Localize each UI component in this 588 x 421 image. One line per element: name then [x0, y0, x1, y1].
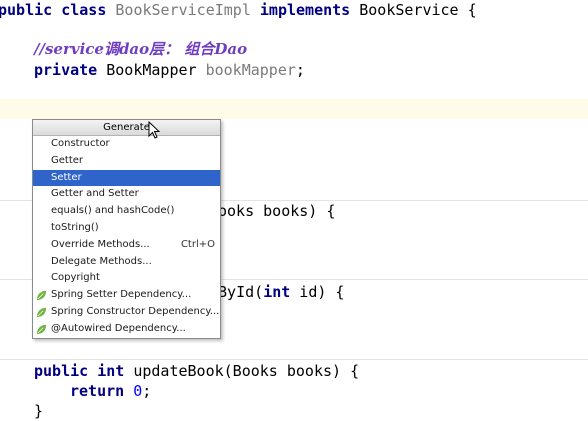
menu-item-label: equals() and hashCode() [51, 205, 175, 217]
comment-line: //service调dao层： 组合Dao [34, 40, 248, 58]
menu-item-label: Spring Setter Dependency... [51, 289, 192, 301]
menu-item-getter-and-setter[interactable]: Getter and Setter [33, 186, 220, 203]
menu-item-label: Copyright [51, 272, 100, 284]
menu-item-label: @Autowired Dependency... [51, 322, 186, 334]
menu-item-label: Override Methods... [51, 238, 150, 250]
menu-item-copyright[interactable]: Copyright [33, 270, 220, 287]
menu-item-label: toString() [51, 221, 99, 233]
menu-item-getter[interactable]: Getter [33, 153, 220, 170]
menu-item-spring-constructor-dependency[interactable]: Spring Constructor Dependency... [33, 304, 220, 321]
field-declaration-line: private BookMapper bookMapper; [34, 61, 305, 79]
menu-item-constructor[interactable]: Constructor [33, 136, 220, 153]
query-book-signature-fragment: kById(int id) { [209, 283, 345, 301]
menu-item-spring-setter-dependency[interactable]: Spring Setter Dependency... [33, 287, 220, 304]
menu-item-setter[interactable]: Setter [33, 169, 220, 187]
menu-item-label: Getter [51, 154, 84, 166]
spring-leaf-icon [36, 307, 47, 318]
current-line-highlight [0, 99, 588, 119]
menu-item-label: Delegate Methods... [51, 255, 152, 267]
mouse-pointer-icon [148, 121, 161, 139]
menu-item-label: Constructor [51, 138, 110, 149]
generate-popup: Generate Constructor Getter Setter Gette… [32, 119, 221, 339]
update-book-signature-line: public int updateBook(Books books) { [34, 362, 360, 380]
popup-title: Generate [33, 120, 220, 136]
shortcut-hint: Ctrl+O [180, 238, 215, 250]
spring-leaf-icon [36, 291, 47, 301]
menu-item-equals-hashcode[interactable]: equals() and hashCode() [33, 203, 220, 220]
menu-item-autowired-dependency[interactable]: @Autowired Dependency... [33, 321, 220, 338]
generate-menu-list: Constructor Getter Setter Getter and Set… [33, 136, 220, 338]
menu-item-tostring[interactable]: toString() [33, 220, 220, 237]
menu-item-label: Getter and Setter [51, 188, 139, 200]
class-declaration-line: public class BookServiceImpl implements … [0, 1, 477, 19]
menu-item-delegate-methods[interactable]: Delegate Methods... [33, 254, 220, 271]
method-separator [0, 359, 588, 360]
return-line: return 0; [70, 382, 152, 400]
menu-item-override-methods[interactable]: Override Methods... Ctrl+O [33, 237, 220, 254]
menu-item-label: Spring Constructor Dependency... [51, 305, 220, 317]
menu-item-label: Setter [51, 171, 82, 183]
add-book-signature-fragment: ooks books) { [218, 202, 336, 220]
spring-leaf-icon [36, 324, 47, 334]
closing-brace-line: } [34, 402, 44, 420]
